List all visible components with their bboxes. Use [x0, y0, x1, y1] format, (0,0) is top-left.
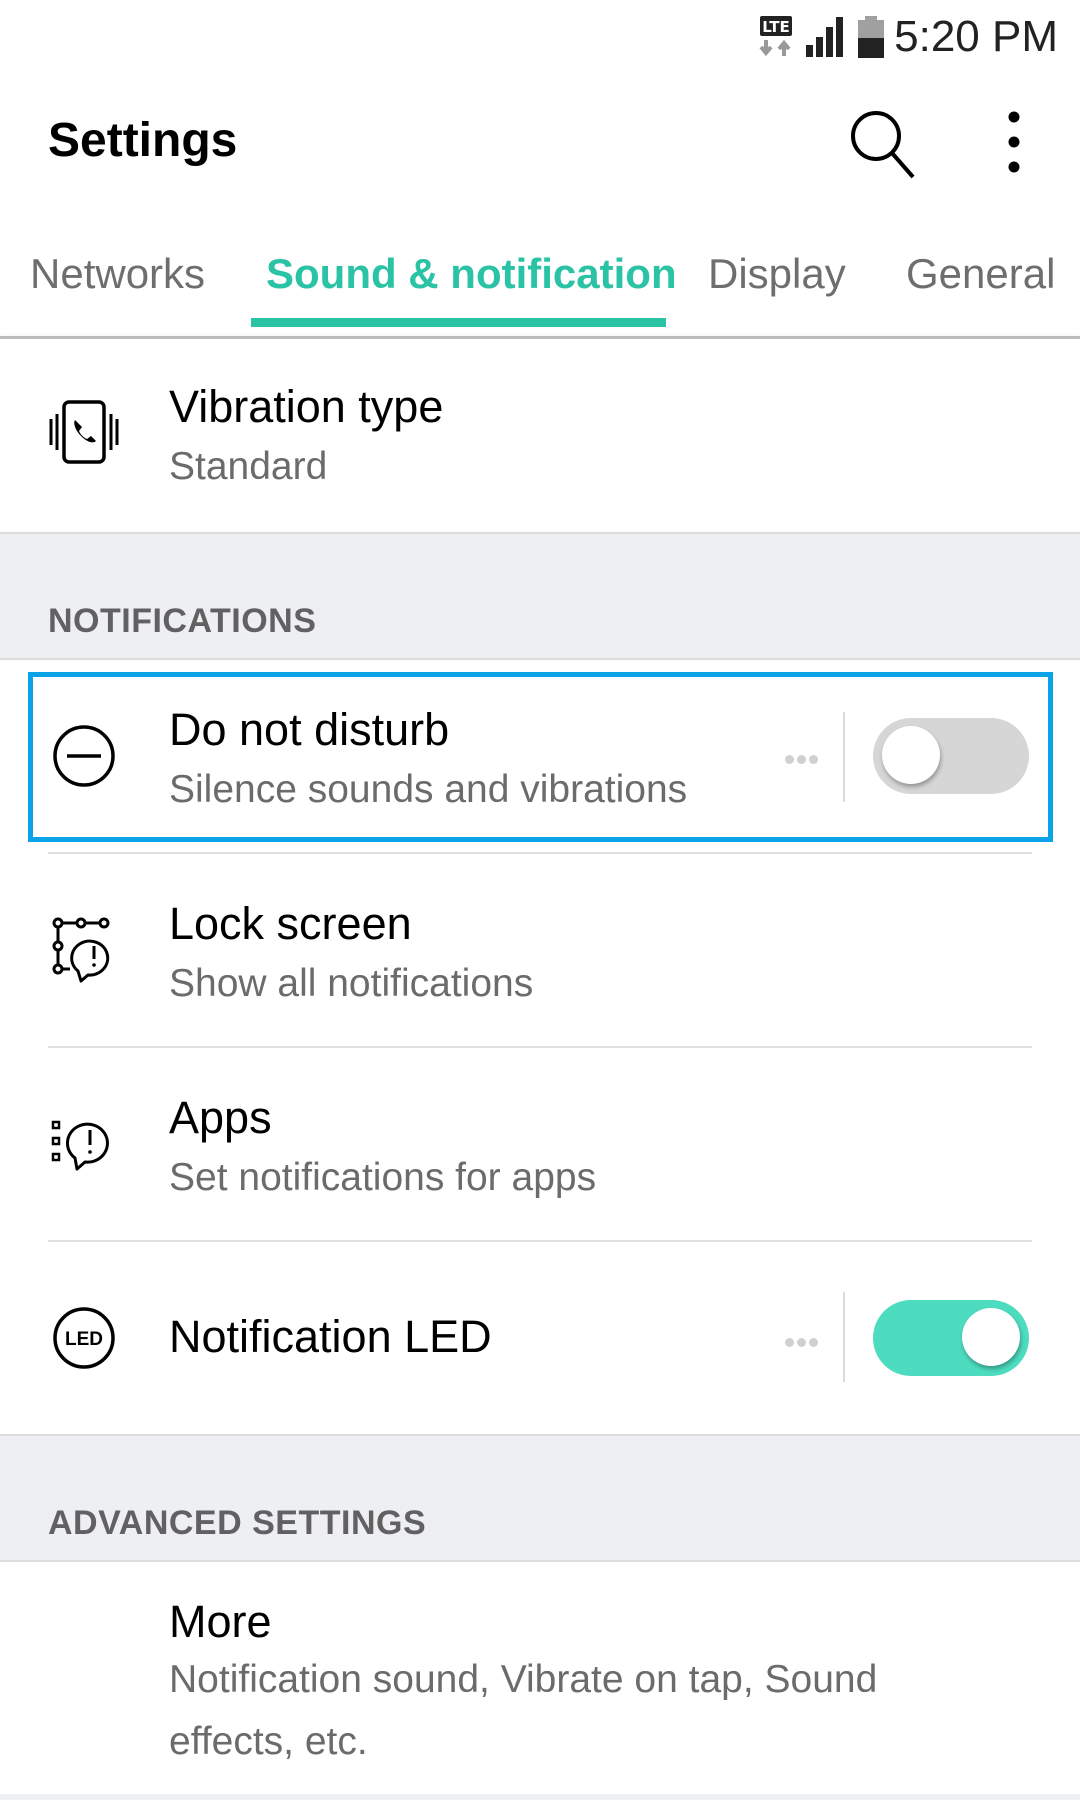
led-icon: LED	[53, 1307, 115, 1369]
section-label-advanced-settings: ADVANCED SETTINGS	[48, 1504, 427, 1542]
toggle-knob	[882, 726, 940, 784]
more-dots-icon[interactable]	[785, 751, 821, 764]
app-bar: Settings	[0, 75, 1080, 210]
more-subtitle-line1: Notification sound, Vibrate on tap, Soun…	[169, 1658, 878, 1701]
page-title: Settings	[48, 114, 238, 167]
apps-title: Apps	[169, 1092, 272, 1143]
apps-subtitle: Set notifications for apps	[169, 1156, 597, 1199]
vibration-type-title: Vibration type	[169, 381, 444, 432]
active-tab-indicator	[251, 318, 666, 327]
lock-screen-notification-icon	[52, 917, 110, 983]
section-header-advanced-settings: ADVANCED SETTINGS	[0, 1434, 1080, 1562]
lock-screen-subtitle: Show all notifications	[169, 962, 534, 1005]
search-icon	[851, 111, 915, 179]
bottom-edge	[0, 1794, 1080, 1800]
more-subtitle-line2: effects, etc.	[169, 1720, 368, 1763]
section-header-notifications: NOTIFICATIONS	[0, 532, 1080, 660]
vibration-type-row[interactable]: Vibration type Standard	[0, 339, 1080, 532]
svg-text:LED: LED	[65, 1329, 103, 1350]
do-not-disturb-toggle[interactable]	[873, 718, 1029, 794]
more-vert-icon	[1008, 111, 1020, 173]
tab-sound-notification[interactable]: Sound & notification	[266, 250, 677, 298]
lock-screen-title: Lock screen	[169, 898, 412, 949]
lock-screen-row[interactable]: Lock screen Show all notifications	[0, 854, 1080, 1046]
more-options-button[interactable]	[985, 105, 1045, 181]
apps-row[interactable]: Apps Set notifications for apps	[0, 1048, 1080, 1240]
section-label-notifications: NOTIFICATIONS	[48, 602, 317, 640]
more-dots-icon[interactable]	[785, 1334, 821, 1347]
battery-icon	[858, 16, 885, 58]
tab-display[interactable]: Display	[708, 250, 846, 298]
notification-led-title: Notification LED	[169, 1311, 492, 1362]
do-not-disturb-title: Do not disturb	[169, 704, 450, 755]
notification-led-toggle[interactable]	[873, 1300, 1029, 1376]
lte-label: LTE	[762, 18, 790, 36]
app-notification-icon	[51, 1120, 109, 1171]
toggle-knob	[962, 1308, 1020, 1366]
more-title: More	[169, 1596, 272, 1647]
tab-bar: Networks Sound & notification Display Ge…	[0, 210, 1080, 337]
do-not-disturb-subtitle: Silence sounds and vibrations	[169, 768, 688, 811]
tab-general[interactable]: General	[906, 250, 1055, 298]
search-button[interactable]	[845, 105, 921, 181]
signal-icon	[806, 17, 844, 57]
vertical-divider	[843, 1292, 845, 1382]
status-time: 5:20 PM	[894, 12, 1058, 61]
vibration-phone-icon	[49, 400, 119, 464]
do-not-disturb-icon	[53, 725, 115, 787]
do-not-disturb-row[interactable]: Do not disturb Silence sounds and vibrat…	[0, 660, 1080, 852]
tab-networks[interactable]: Networks	[30, 250, 205, 298]
vibration-type-value: Standard	[169, 445, 328, 488]
vertical-divider	[843, 712, 845, 802]
status-bar: LTE 5:20 PM	[0, 0, 1080, 75]
status-bar-right: LTE 5:20 PM	[758, 12, 1058, 62]
lte-data-icon: LTE	[759, 16, 793, 57]
more-row[interactable]: More Notification sound, Vibrate on tap,…	[0, 1562, 1080, 1794]
notification-led-row[interactable]: LED Notification LED	[0, 1242, 1080, 1434]
